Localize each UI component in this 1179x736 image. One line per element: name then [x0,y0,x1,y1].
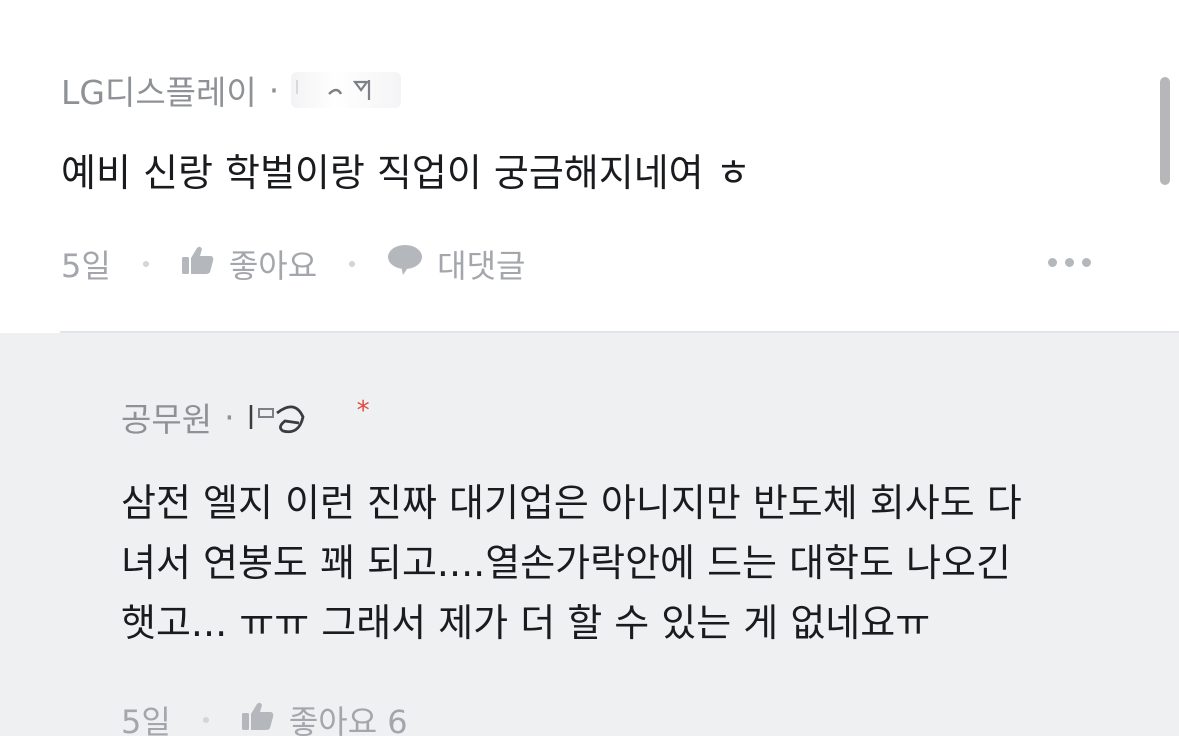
comment-meta: LG디스플레이 · [61,66,402,114]
reply-body-line: 녀서 연봉도 꽤 되고....열손가락안에 드는 대학도 나오긴 [121,541,1011,585]
reply-time: 5일 [121,703,171,736]
action-separator [202,717,209,723]
reply-item: 공무원 · * 삼전 엘지 이런 진짜 대기업은 아니지만 반도체 회사도 다 … [0,333,1179,736]
like-button[interactable]: 좋아요 6 [289,697,408,736]
meta-separator: · [224,397,235,437]
comment-body: 예비 신랑 학벌이랑 직업이 궁금해지네여 ㅎ [61,151,751,195]
thumbs-up-icon[interactable] [241,701,275,736]
comment-actions: 5일 좋아요 대댓글 [61,241,525,287]
more-horizontal-icon[interactable] [1048,258,1091,267]
reply-actions: 5일 좋아요 6 [121,697,408,736]
action-separator [349,261,356,267]
obscured-text-icon [249,405,305,434]
blurred-nickname [247,395,311,439]
obscured-text-icon [296,80,371,100]
more-dot [1048,258,1057,267]
reply-body-line: 햇고... ㅠㅠ 그래서 제가 더 할 수 있는 게 없네요ㅠ [121,601,931,645]
comment-author[interactable]: LG디스플레이 [61,66,257,114]
reply-author[interactable]: 공무원 [121,393,212,441]
scrollbar[interactable] [1160,77,1170,185]
reply-button[interactable]: 대댓글 [437,241,525,287]
like-button[interactable]: 좋아요 [229,241,317,287]
reply-body-line: 삼전 엘지 이런 진짜 대기업은 아니지만 반도체 회사도 다 [121,481,1022,525]
speech-bubble-icon[interactable] [387,244,423,284]
more-dot [1065,258,1074,267]
thumbs-up-icon[interactable] [181,245,215,283]
reply-meta: 공무원 · * [121,395,370,439]
meta-separator: · [268,70,280,110]
comment-time: 5일 [61,247,111,285]
status-badge: * [356,396,370,426]
comment-item: LG디스플레이 · 예비 신랑 학벌이랑 직업이 궁금해지네여 ㅎ 5일 좋아요 [0,0,1179,333]
reply-body: 삼전 엘지 이런 진짜 대기업은 아니지만 반도체 회사도 다 녀서 연봉도 꽤… [121,473,1161,653]
action-separator [142,261,149,267]
comment-thread: LG디스플레이 · 예비 신랑 학벌이랑 직업이 궁금해지네여 ㅎ 5일 좋아요 [0,0,1179,736]
more-dot [1082,258,1091,267]
blurred-nickname [291,72,402,108]
